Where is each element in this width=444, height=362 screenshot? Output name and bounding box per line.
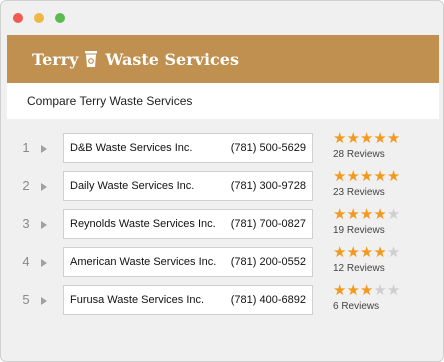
star-filled-icon: ★ bbox=[359, 168, 374, 185]
company-card[interactable]: Reynolds Waste Services Inc. (781) 700-08… bbox=[63, 209, 313, 239]
rating: ★★★★★ 19 Reviews bbox=[333, 207, 433, 237]
star-filled-icon: ★ bbox=[359, 282, 374, 299]
star-filled-icon: ★ bbox=[359, 206, 374, 223]
star-filled-icon: ★ bbox=[359, 244, 374, 261]
close-window-button[interactable] bbox=[13, 13, 23, 23]
trash-bin-icon bbox=[84, 50, 98, 68]
star-empty-icon: ★ bbox=[386, 206, 401, 223]
rating: ★★★★★ 12 Reviews bbox=[333, 245, 433, 275]
star-empty-icon: ★ bbox=[373, 282, 387, 299]
company-card[interactable]: Daily Waste Services Inc. (781) 300-9728 bbox=[63, 171, 313, 201]
company-phone[interactable]: (781) 400-6892 bbox=[231, 294, 306, 306]
star-filled-icon: ★ bbox=[373, 168, 387, 185]
brand-logo[interactable]: Terry Waste Services bbox=[32, 50, 239, 69]
rating: ★★★★★ 6 Reviews bbox=[333, 283, 433, 313]
star-filled-icon: ★ bbox=[333, 168, 347, 185]
company-card[interactable]: Furusa Waste Services Inc. (781) 400-6892 bbox=[63, 285, 313, 315]
brand-banner: Terry Waste Services bbox=[7, 35, 439, 83]
rank-number: 3 bbox=[22, 216, 30, 231]
star-filled-icon: ★ bbox=[373, 244, 387, 261]
company-name[interactable]: Reynolds Waste Services Inc. bbox=[70, 218, 216, 230]
star-filled-icon: ★ bbox=[373, 130, 387, 147]
review-count[interactable]: 19 Reviews bbox=[333, 225, 433, 236]
company-name[interactable]: D&B Waste Services Inc. bbox=[70, 142, 192, 154]
company-name[interactable]: Daily Waste Services Inc. bbox=[70, 180, 194, 192]
rank-number: 1 bbox=[22, 140, 30, 155]
expand-arrow-icon[interactable] bbox=[41, 145, 47, 153]
star-empty-icon: ★ bbox=[386, 244, 401, 261]
star-filled-icon: ★ bbox=[346, 130, 360, 147]
company-phone[interactable]: (781) 300-9728 bbox=[231, 180, 306, 192]
star-filled-icon: ★ bbox=[333, 282, 347, 299]
review-count[interactable]: 28 Reviews bbox=[333, 149, 433, 160]
company-row[interactable]: 3 Reynolds Waste Services Inc. (781) 700-0… bbox=[7, 207, 439, 241]
company-phone[interactable]: (781) 500-5629 bbox=[231, 142, 306, 154]
star-filled-icon: ★ bbox=[359, 130, 374, 147]
compare-header: Compare Terry Waste Services bbox=[7, 83, 439, 120]
star-filled-icon: ★ bbox=[373, 206, 387, 223]
star-filled-icon: ★ bbox=[346, 244, 360, 261]
star-rating: ★★★★★ bbox=[333, 207, 433, 223]
star-filled-icon: ★ bbox=[346, 168, 360, 185]
expand-arrow-icon[interactable] bbox=[41, 183, 47, 191]
star-rating: ★★★★★ bbox=[333, 245, 433, 261]
star-filled-icon: ★ bbox=[346, 282, 360, 299]
rank-number: 4 bbox=[22, 254, 30, 269]
expand-arrow-icon[interactable] bbox=[41, 297, 47, 305]
brand-name-left: Terry bbox=[32, 49, 79, 69]
star-filled-icon: ★ bbox=[333, 244, 347, 261]
company-phone[interactable]: (781) 700-0827 bbox=[231, 218, 306, 230]
star-rating: ★★★★★ bbox=[333, 283, 433, 299]
company-card[interactable]: D&B Waste Services Inc. (781) 500-5629 bbox=[63, 133, 313, 163]
company-row[interactable]: 4 American Waste Services Inc. (781) 200-0… bbox=[7, 245, 439, 279]
app-window: Terry Waste Services Compare Terry Waste… bbox=[0, 0, 444, 362]
rating: ★★★★★ 28 Reviews bbox=[333, 131, 433, 161]
zoom-window-button[interactable] bbox=[55, 13, 65, 23]
star-filled-icon: ★ bbox=[386, 168, 401, 185]
company-phone[interactable]: (781) 200-0552 bbox=[231, 256, 306, 268]
star-filled-icon: ★ bbox=[333, 206, 347, 223]
minimize-window-button[interactable] bbox=[34, 13, 44, 23]
star-rating: ★★★★★ bbox=[333, 169, 433, 185]
title-bar bbox=[1, 1, 443, 35]
expand-arrow-icon[interactable] bbox=[41, 221, 47, 229]
expand-arrow-icon[interactable] bbox=[41, 259, 47, 267]
brand-name-right: Waste Services bbox=[105, 49, 239, 69]
star-filled-icon: ★ bbox=[386, 130, 401, 147]
rank-number: 5 bbox=[22, 292, 30, 307]
rating: ★★★★★ 23 Reviews bbox=[333, 169, 433, 199]
company-list: 1 D&B Waste Services Inc. (781) 500-5629 ★★… bbox=[7, 119, 439, 361]
star-filled-icon: ★ bbox=[333, 130, 347, 147]
review-count[interactable]: 12 Reviews bbox=[333, 263, 433, 274]
star-filled-icon: ★ bbox=[346, 206, 360, 223]
star-rating: ★★★★★ bbox=[333, 131, 433, 147]
review-count[interactable]: 23 Reviews bbox=[333, 187, 433, 198]
rank-number: 2 bbox=[22, 178, 30, 193]
company-name[interactable]: American Waste Services Inc. bbox=[70, 256, 216, 268]
company-row[interactable]: 5 Furusa Waste Services Inc. (781) 400-689… bbox=[7, 283, 439, 317]
compare-title: Compare Terry Waste Services bbox=[27, 94, 193, 108]
star-empty-icon: ★ bbox=[386, 282, 401, 299]
company-row[interactable]: 1 D&B Waste Services Inc. (781) 500-5629 ★★… bbox=[7, 131, 439, 165]
company-row[interactable]: 2 Daily Waste Services Inc. (781) 300-9728… bbox=[7, 169, 439, 203]
company-name[interactable]: Furusa Waste Services Inc. bbox=[70, 294, 204, 306]
review-count[interactable]: 6 Reviews bbox=[333, 301, 433, 312]
company-card[interactable]: American Waste Services Inc. (781) 200-05… bbox=[63, 247, 313, 277]
